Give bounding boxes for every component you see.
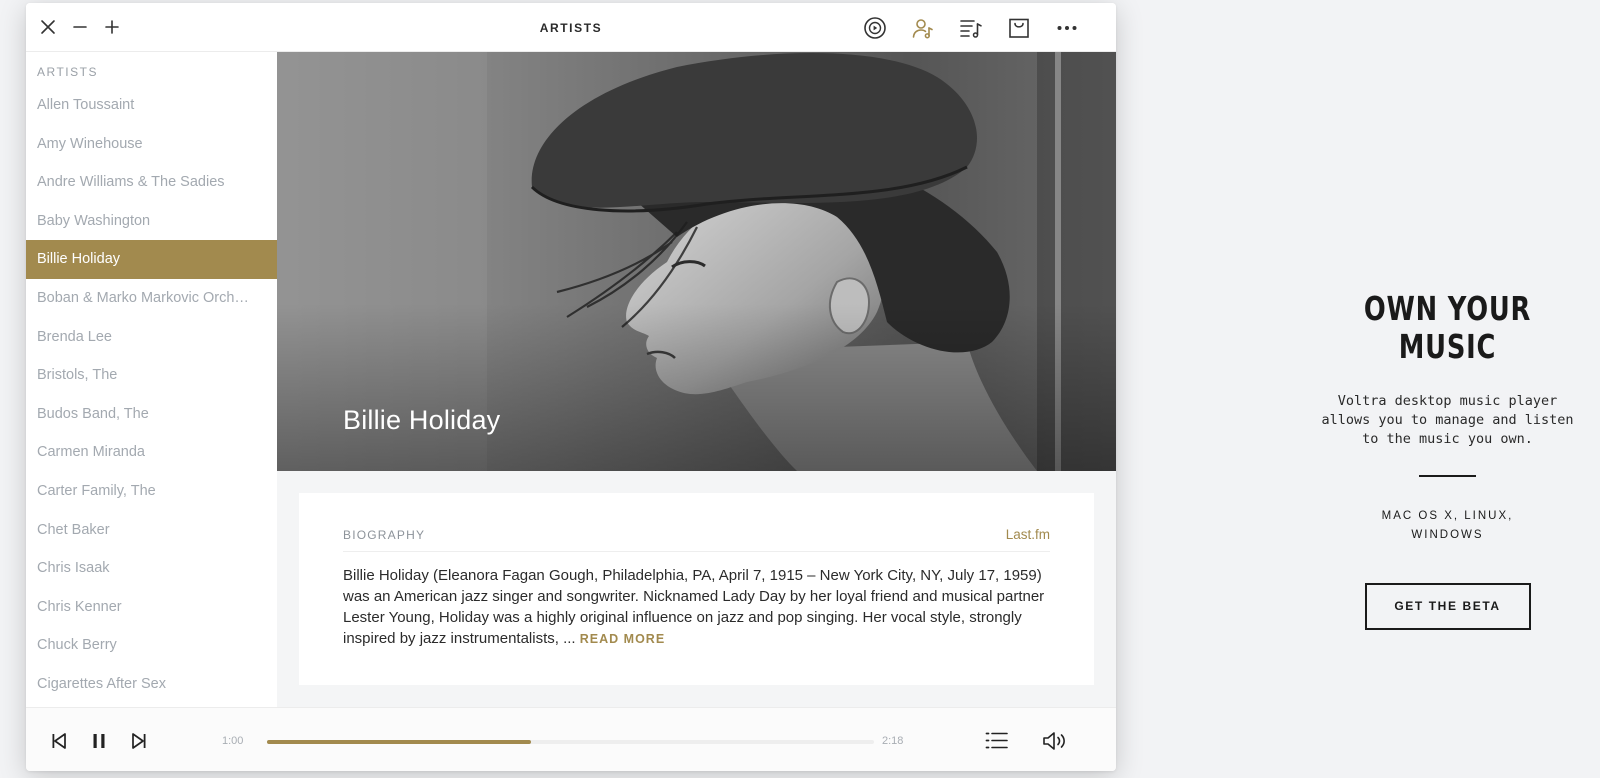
artist-icon[interactable] <box>909 14 937 42</box>
artist-name: Billie Holiday <box>343 405 501 435</box>
sidebar-artist-item[interactable]: Baby Washington <box>26 202 277 241</box>
total-time: 2:18 <box>882 735 904 747</box>
promo-description: Voltra desktop music player allows you t… <box>1321 393 1574 447</box>
progress-fill <box>267 740 532 744</box>
sidebar-artist-item[interactable]: Amy Winehouse <box>26 125 277 164</box>
previous-track-icon[interactable] <box>46 728 72 754</box>
playlist-icon[interactable] <box>957 14 985 42</box>
sidebar-artist-item[interactable]: Carter Family, The <box>26 472 277 511</box>
get-beta-button[interactable]: GET THE BETA <box>1364 583 1531 630</box>
promo-divider <box>1419 475 1476 477</box>
sidebar-artist-item[interactable]: Allen Toussaint <box>26 86 277 125</box>
sidebar-artist-item[interactable]: Budos Band, The <box>26 395 277 434</box>
promo-heading: OWN YOUR MUSIC <box>1340 290 1555 366</box>
volume-icon[interactable] <box>1040 728 1070 754</box>
elapsed-time: 1:00 <box>222 735 244 747</box>
biography-card: BIOGRAPHY Last.fm Billie Holiday (Eleano… <box>299 493 1094 685</box>
biography-label: BIOGRAPHY <box>343 527 426 542</box>
biography-text: Billie Holiday (Eleanora Fagan Gough, Ph… <box>343 565 1050 650</box>
queue-list-icon[interactable] <box>984 728 1010 754</box>
artist-list: Allen Toussaint Amy Winehouse Andre Willia… <box>26 86 277 704</box>
promo-panel: OWN YOUR MUSIC Voltra desktop music play… <box>1310 290 1585 630</box>
sidebar-artist-item[interactable]: Brenda Lee <box>26 318 277 357</box>
biography-header: BIOGRAPHY Last.fm <box>343 527 1050 552</box>
read-more-link[interactable]: READ MORE <box>580 632 665 646</box>
sidebar-heading: ARTISTS <box>37 65 98 79</box>
artist-sidebar: ARTISTS Allen Toussaint Amy Winehouse Andr… <box>26 52 277 707</box>
app-window: ARTISTS ARTISTS Allen Toussaint Amy Wine… <box>26 3 1116 771</box>
sidebar-artist-item[interactable]: Bristols, The <box>26 356 277 395</box>
next-track-icon[interactable] <box>126 728 152 754</box>
sidebar-artist-item[interactable]: Chuck Berry <box>26 626 277 665</box>
artist-photo: Billie Holiday <box>277 52 1116 471</box>
player-bar: 1:00 2:18 <box>26 707 1116 771</box>
sidebar-artist-item[interactable]: Chris Isaak <box>26 549 277 588</box>
title-bar: ARTISTS <box>26 3 1116 52</box>
artist-detail: Billie Holiday BIOGRAPHY Last.fm Billie … <box>277 52 1116 707</box>
sidebar-artist-item[interactable]: Chet Baker <box>26 511 277 550</box>
sidebar-artist-item[interactable]: Carmen Miranda <box>26 433 277 472</box>
sidebar-artist-item[interactable]: Chris Kenner <box>26 588 277 627</box>
sidebar-artist-item[interactable]: Andre Williams & The Sadies <box>26 163 277 202</box>
promo-heading-line1: OWN YOUR <box>1363 289 1532 328</box>
sidebar-artist-item[interactable]: Cigarettes After Sex <box>26 665 277 704</box>
progress-slider[interactable] <box>267 740 874 744</box>
sidebar-artist-item[interactable]: Billie Holiday <box>26 240 277 279</box>
promo-heading-line2: MUSIC <box>1398 327 1497 366</box>
cart-icon[interactable] <box>1005 14 1033 42</box>
sidebar-artist-item[interactable]: Boban & Marko Markovic Orch… <box>26 279 277 318</box>
more-icon[interactable] <box>1053 14 1081 42</box>
lastfm-link[interactable]: Last.fm <box>1006 527 1050 542</box>
disc-icon[interactable] <box>861 14 889 42</box>
promo-platforms: MAC OS X, LINUX, WINDOWS <box>1381 510 1514 541</box>
window-title: ARTISTS <box>539 21 603 35</box>
biography-body: Billie Holiday (Eleanora Fagan Gough, Ph… <box>343 567 1045 647</box>
pause-icon[interactable] <box>86 728 112 754</box>
